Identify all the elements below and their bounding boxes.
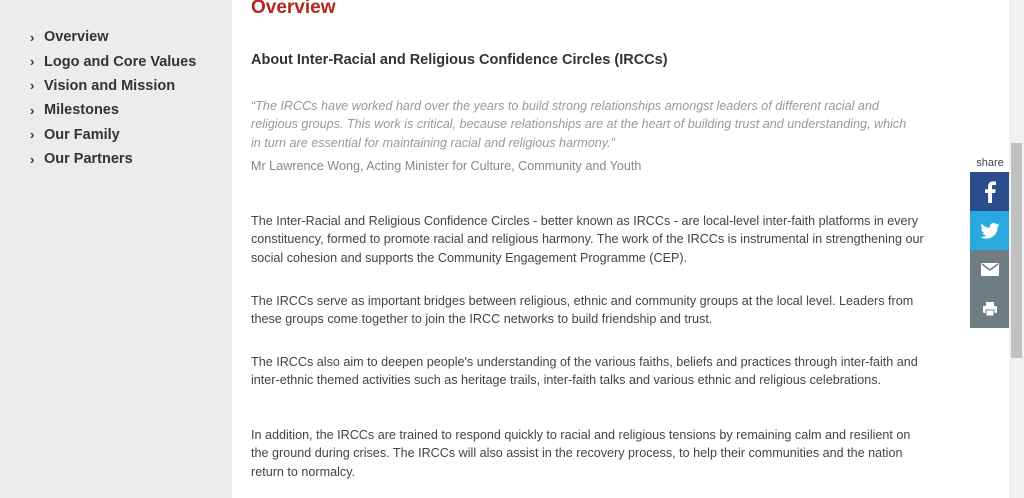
chevron-right-icon: › bbox=[30, 29, 35, 45]
share-email-button[interactable] bbox=[970, 250, 1010, 289]
body-paragraph: The IRCCs serve as important bridges bet… bbox=[251, 294, 914, 327]
chevron-right-icon: › bbox=[30, 54, 35, 70]
sidebar-item-label: Overview bbox=[44, 29, 109, 46]
share-facebook-button[interactable] bbox=[970, 172, 1010, 211]
body-paragraph: The Inter-Racial and Religious Confidenc… bbox=[251, 214, 924, 265]
share-label: share bbox=[976, 157, 1004, 169]
page-title: Overview bbox=[251, 0, 336, 18]
vertical-scrollbar[interactable] bbox=[1009, 0, 1024, 498]
sidebar-item-label: Vision and Mission bbox=[44, 77, 176, 94]
body-paragraph: In addition, the IRCCs are trained to re… bbox=[251, 428, 911, 479]
email-icon bbox=[981, 263, 999, 276]
sidebar: › Overview › Logo and Core Values › Visi… bbox=[0, 0, 232, 498]
share-bar: share bbox=[970, 155, 1010, 328]
sidebar-item-our-family[interactable]: › Our Family bbox=[30, 123, 196, 147]
sidebar-item-our-partners[interactable]: › Our Partners bbox=[30, 147, 196, 171]
facebook-icon bbox=[985, 180, 996, 203]
sidebar-item-label: Milestones bbox=[44, 102, 119, 119]
sidebar-nav: › Overview › Logo and Core Values › Visi… bbox=[30, 25, 196, 171]
share-twitter-button[interactable] bbox=[970, 211, 1010, 250]
quote: “The IRCCs have worked hard over the yea… bbox=[251, 99, 907, 150]
sidebar-item-overview[interactable]: › Overview bbox=[30, 25, 196, 49]
sidebar-item-logo-and-core-values[interactable]: › Logo and Core Values bbox=[30, 49, 196, 73]
twitter-icon bbox=[980, 222, 1000, 239]
print-icon bbox=[983, 301, 997, 316]
sidebar-item-label: Logo and Core Values bbox=[44, 53, 197, 70]
sidebar-item-vision-and-mission[interactable]: › Vision and Mission bbox=[30, 74, 196, 98]
chevron-right-icon: › bbox=[30, 78, 35, 94]
quote-attribution: Mr Lawrence Wong, Acting Minister for Cu… bbox=[251, 159, 642, 173]
sidebar-item-milestones[interactable]: › Milestones bbox=[30, 98, 196, 122]
chevron-right-icon: › bbox=[30, 151, 35, 167]
section-heading: About Inter-Racial and Religious Confide… bbox=[251, 52, 668, 68]
sidebar-item-label: Our Partners bbox=[44, 151, 133, 168]
sidebar-item-label: Our Family bbox=[44, 126, 120, 143]
body-paragraph: The IRCCs also aim to deepen people's un… bbox=[251, 355, 918, 388]
scrollbar-thumb[interactable] bbox=[1011, 143, 1022, 358]
share-print-button[interactable] bbox=[970, 289, 1010, 328]
chevron-right-icon: › bbox=[30, 127, 35, 143]
chevron-right-icon: › bbox=[30, 102, 35, 118]
